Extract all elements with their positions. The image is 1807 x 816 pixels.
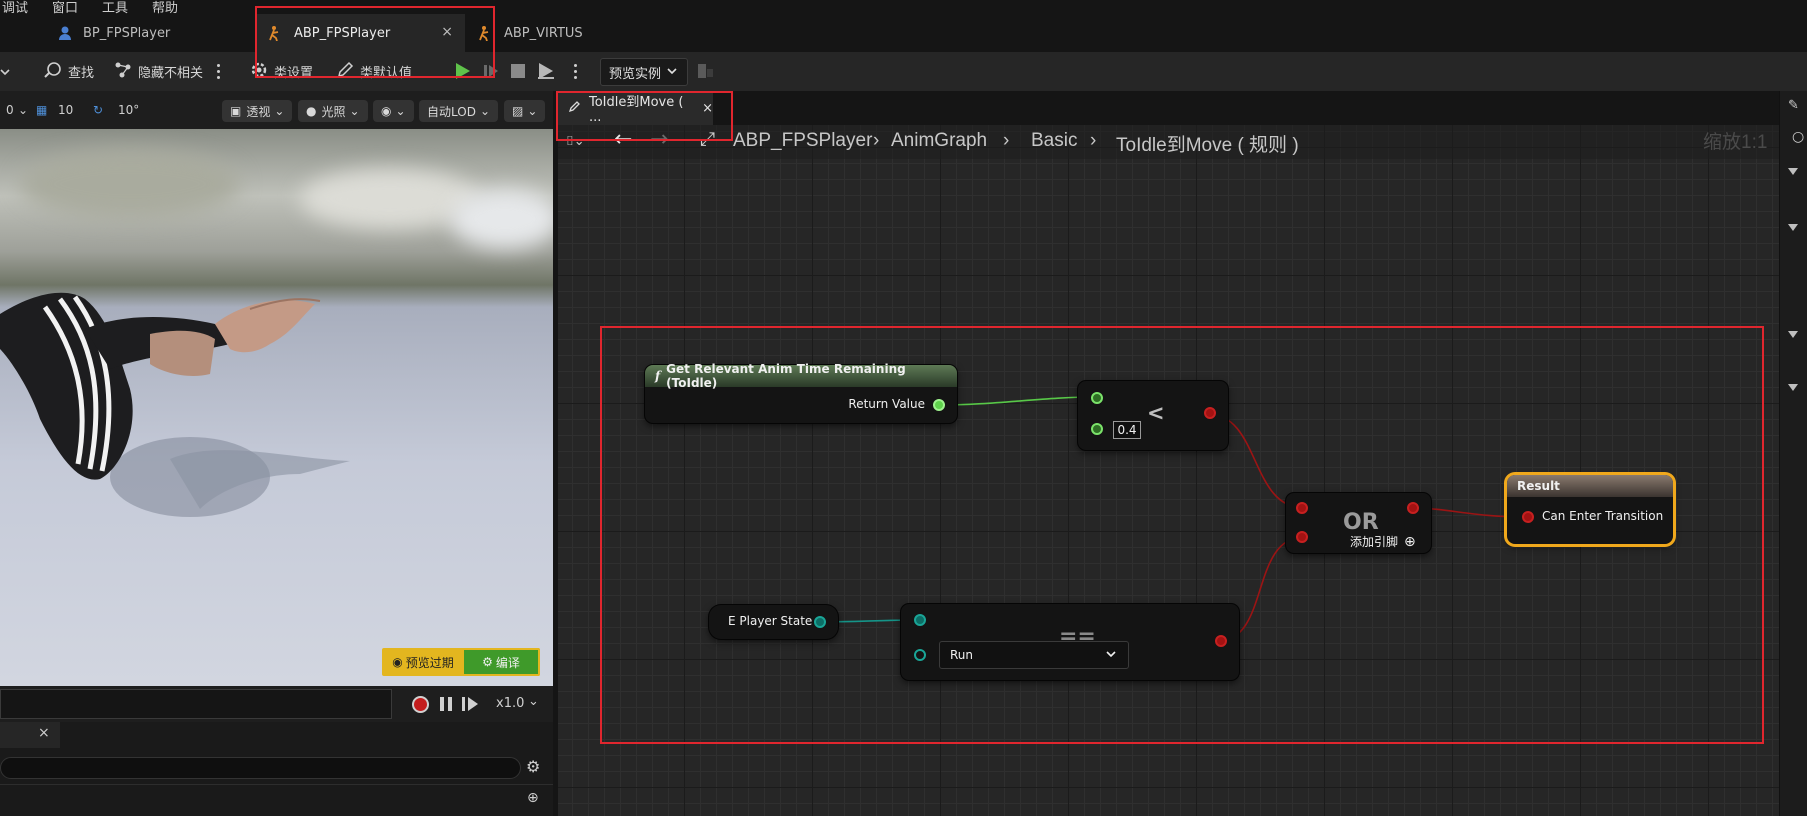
- pin-label: Can Enter Transition: [1542, 509, 1664, 523]
- collapse-icon[interactable]: [1788, 168, 1798, 175]
- input-pin-b[interactable]: [1296, 531, 1308, 543]
- input-pin-a[interactable]: [1091, 392, 1103, 404]
- value-input[interactable]: 0.4: [1113, 421, 1141, 439]
- add-icon: ⊕: [1404, 533, 1416, 550]
- operator-title: OR: [1343, 510, 1379, 535]
- node-title: Get Relevant Anim Time Remaining (ToIdle…: [666, 362, 906, 390]
- search-icon[interactable]: ○: [1792, 129, 1804, 145]
- node-header: Result: [1507, 475, 1673, 497]
- details-panel: ✎ ○: [1779, 91, 1807, 816]
- get-relevant-anim-time-node[interactable]: f Get Relevant Anim Time Remaining (ToId…: [645, 362, 957, 423]
- input-pin-a[interactable]: [914, 614, 926, 626]
- function-icon: f: [655, 369, 661, 383]
- result-node[interactable]: Result Can Enter Transition: [1507, 475, 1673, 544]
- node-header: f Get Relevant Anim Time Remaining (ToId…: [645, 362, 957, 390]
- output-pin[interactable]: [933, 399, 945, 411]
- pencil-icon[interactable]: ✎: [1788, 98, 1799, 113]
- input-pin[interactable]: [1522, 511, 1534, 523]
- chevron-down-icon: [1106, 648, 1116, 662]
- input-pin-a[interactable]: [1296, 502, 1308, 514]
- input-pin-b[interactable]: [1091, 423, 1103, 435]
- enum-select-value: Run: [950, 648, 974, 662]
- collapse-icon[interactable]: [1788, 224, 1798, 231]
- add-pin-button[interactable]: 添加引脚 ⊕: [1350, 533, 1416, 550]
- output-pin[interactable]: [1215, 635, 1227, 647]
- or-node[interactable]: OR 添加引脚 ⊕: [1286, 493, 1431, 553]
- input-pin-b[interactable]: [914, 649, 926, 661]
- output-pin[interactable]: [1204, 407, 1216, 419]
- collapse-icon[interactable]: [1788, 331, 1798, 338]
- collapse-icon[interactable]: [1788, 384, 1798, 391]
- player-state-variable-node[interactable]: E Player State: [709, 605, 838, 639]
- pin-label: Return Value: [848, 397, 925, 411]
- add-pin-label: 添加引脚: [1350, 535, 1399, 549]
- enum-select[interactable]: Run: [939, 641, 1129, 669]
- node-title: Result: [1517, 479, 1560, 493]
- variable-label: E Player State: [728, 614, 813, 628]
- less-than-node[interactable]: 0.4 <: [1078, 381, 1228, 450]
- output-pin[interactable]: [1407, 502, 1419, 514]
- operator-symbol: <: [1147, 401, 1165, 425]
- enum-equal-node[interactable]: == Run: [901, 604, 1239, 680]
- output-pin[interactable]: [814, 616, 826, 628]
